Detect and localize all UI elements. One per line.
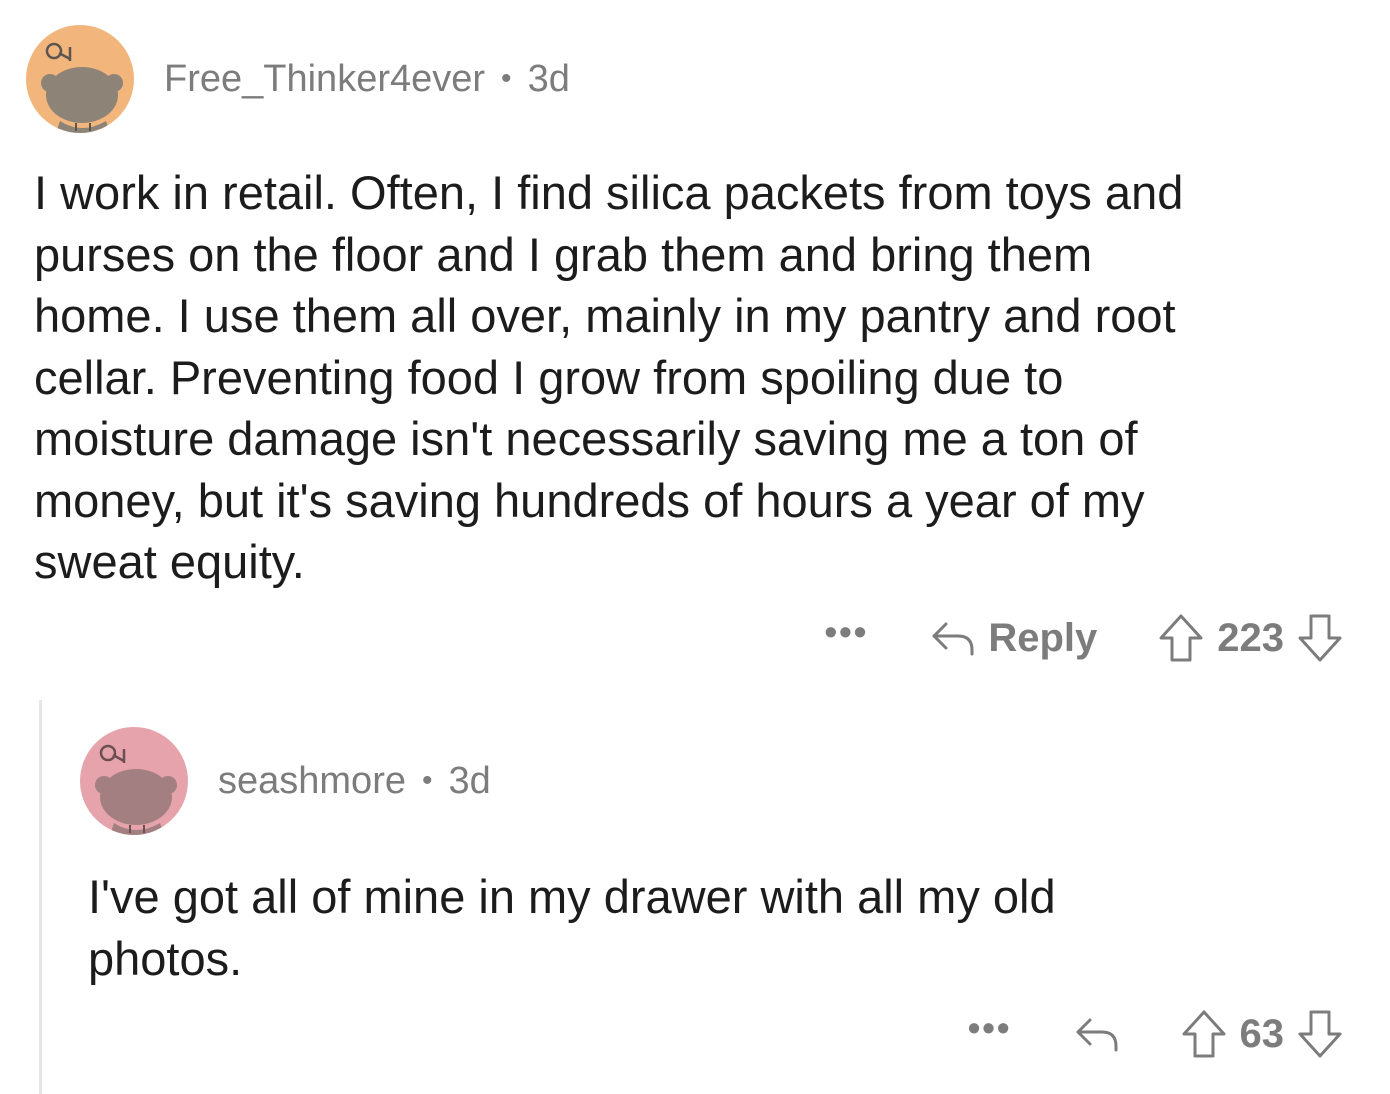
snoo-avatar-icon bbox=[95, 744, 177, 835]
snoo-avatar-icon bbox=[41, 42, 123, 133]
downvote-arrow-icon[interactable] bbox=[1296, 612, 1344, 664]
vote-score: 223 bbox=[1217, 615, 1284, 660]
avatar[interactable] bbox=[26, 25, 134, 133]
comment-meta: seashmore • 3d bbox=[218, 760, 491, 803]
downvote-arrow-icon[interactable] bbox=[1296, 1008, 1344, 1060]
username[interactable]: seashmore bbox=[218, 760, 406, 803]
more-options-button[interactable]: ••• bbox=[968, 1010, 1012, 1046]
username[interactable]: Free_Thinker4ever bbox=[164, 58, 485, 101]
vote-controls: 223 bbox=[1157, 612, 1344, 664]
upvote-arrow-icon[interactable] bbox=[1157, 612, 1205, 664]
separator-dot: • bbox=[501, 62, 512, 95]
upvote-arrow-icon[interactable] bbox=[1180, 1008, 1228, 1060]
reply-arrow-icon bbox=[928, 618, 976, 658]
comment-body: I work in retail. Often, I find silica p… bbox=[34, 166, 1184, 588]
avatar[interactable] bbox=[80, 727, 188, 835]
comment-body: I've got all of mine in my drawer with a… bbox=[88, 870, 1056, 985]
reply-button[interactable] bbox=[1072, 1014, 1120, 1054]
comment-header: seashmore • 3d bbox=[80, 727, 491, 835]
vote-controls: 63 bbox=[1180, 1008, 1345, 1060]
vote-score: 63 bbox=[1239, 1011, 1285, 1056]
comment-actions: ••• Reply 223 bbox=[825, 612, 1345, 664]
comment-free-thinker: Free_Thinker4ever • 3d I work in retail.… bbox=[0, 0, 1390, 690]
comment-header: Free_Thinker4ever • 3d bbox=[26, 25, 570, 133]
reply-arrow-icon bbox=[1072, 1014, 1120, 1054]
timestamp: 3d bbox=[448, 759, 491, 802]
reply-button[interactable]: Reply bbox=[928, 616, 1097, 661]
comment-meta: Free_Thinker4ever • 3d bbox=[164, 58, 570, 101]
comment-actions: ••• 63 bbox=[968, 1008, 1344, 1060]
separator-dot: • bbox=[421, 764, 433, 797]
timestamp: 3d bbox=[527, 57, 570, 100]
more-options-button[interactable]: ••• bbox=[825, 614, 869, 650]
reply-label: Reply bbox=[988, 615, 1098, 660]
